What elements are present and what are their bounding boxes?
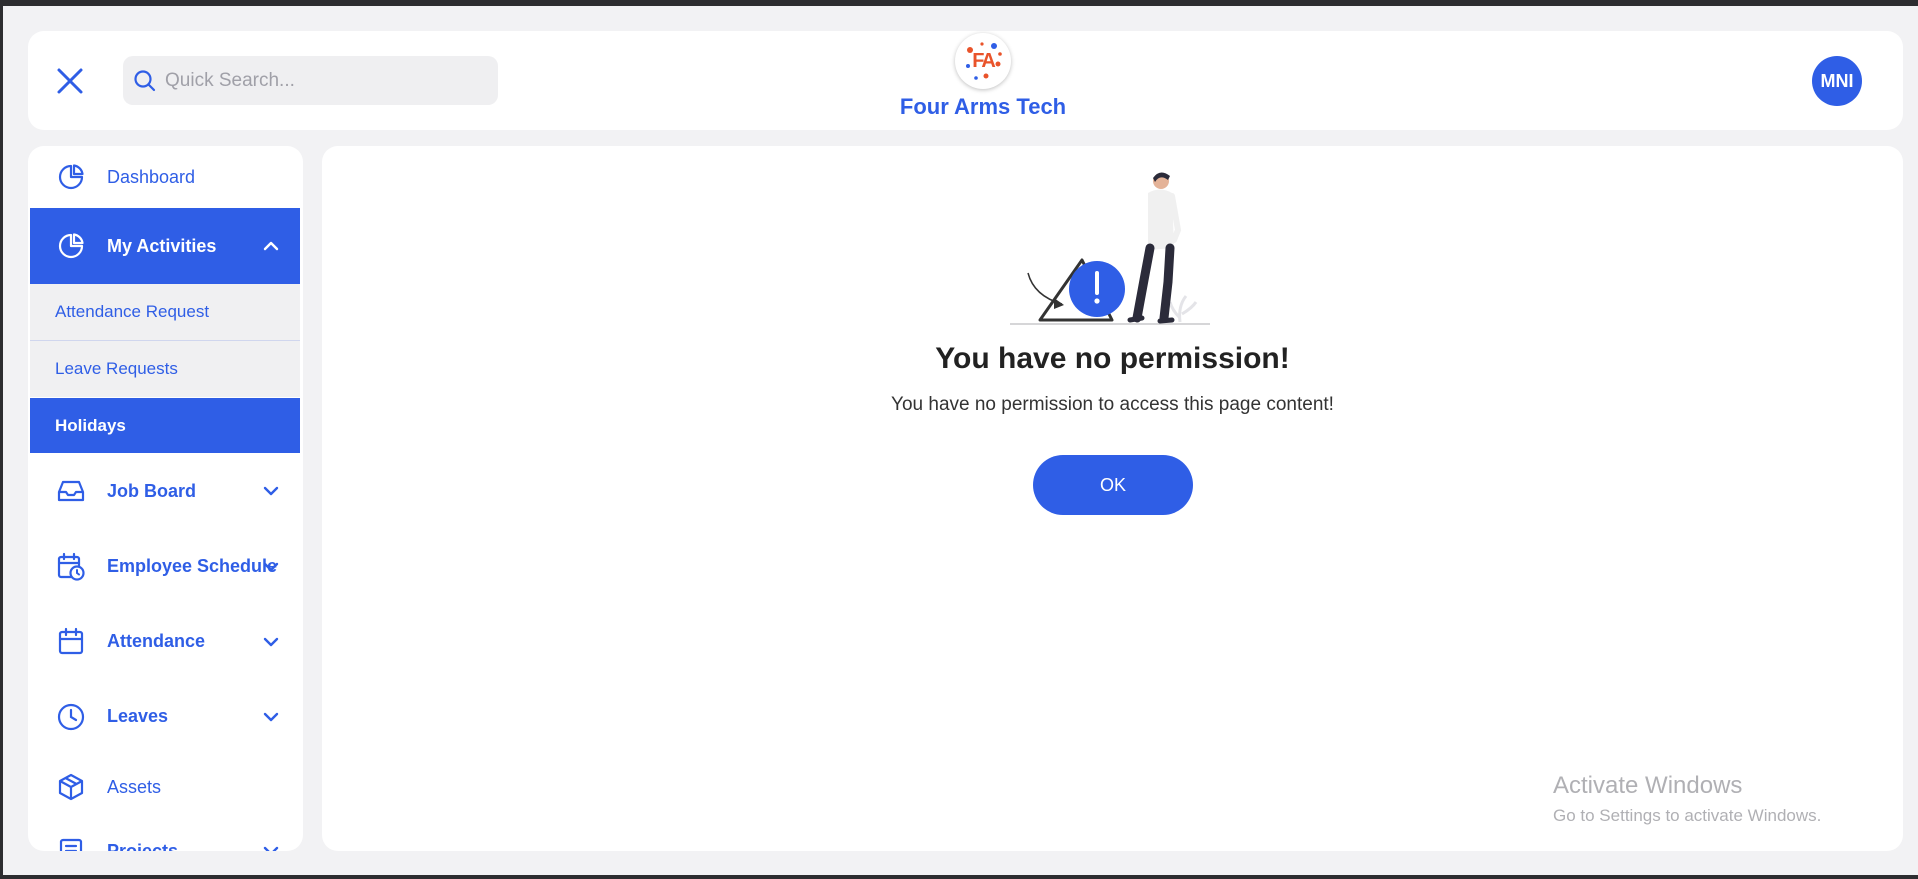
pie-chart-icon: [56, 231, 86, 261]
chevron-down-icon[interactable]: [262, 633, 280, 651]
no-permission-illustration: [1010, 172, 1210, 325]
sidebar-item-projects[interactable]: Projects: [30, 820, 300, 851]
close-menu-button[interactable]: [52, 63, 88, 99]
permission-message: You have no permission to access this pa…: [891, 394, 1334, 415]
submenu-item-holidays[interactable]: Holidays: [30, 398, 300, 453]
ok-button[interactable]: OK: [1033, 455, 1193, 515]
close-icon: [57, 68, 83, 94]
chevron-down-icon[interactable]: [262, 708, 280, 726]
logo-lettering: FA: [972, 49, 996, 72]
chevron-down-icon[interactable]: [262, 558, 280, 576]
window-left-border: [0, 0, 3, 879]
submenu-item-label: Attendance Request: [55, 302, 210, 321]
sidebar-item-dashboard[interactable]: Dashboard: [30, 146, 300, 208]
sidebar: Dashboard My Activities Attendance Reque…: [28, 146, 303, 851]
sidebar-item-employee-schedule[interactable]: Employee Schedule: [30, 529, 300, 604]
sidebar-item-label: Leaves: [107, 706, 169, 726]
submenu-item-attendance-request[interactable]: Attendance Request: [30, 284, 300, 340]
sidebar-item-leaves[interactable]: Leaves: [30, 679, 300, 754]
sidebar-item-my-activities[interactable]: My Activities: [30, 208, 300, 284]
sidebar-item-assets[interactable]: Assets: [30, 754, 300, 820]
windows-activation-watermark: Activate Windows Go to Settings to activ…: [1553, 772, 1821, 826]
submenu-item-leave-requests[interactable]: Leave Requests: [30, 341, 300, 397]
sidebar-item-label: Job Board: [107, 480, 197, 501]
sidebar-item-job-board[interactable]: Job Board: [30, 453, 300, 529]
calendar-clock-icon: [56, 552, 86, 582]
box-icon: [56, 772, 86, 802]
company-logo: FA: [955, 33, 1011, 89]
user-avatar[interactable]: MNI: [1812, 56, 1862, 106]
permission-title: You have no permission!: [935, 342, 1290, 375]
sidebar-item-label: Assets: [107, 776, 162, 797]
sidebar-item-attendance[interactable]: Attendance: [30, 604, 300, 679]
inbox-icon: [56, 476, 86, 506]
window-top-border: [0, 0, 1918, 6]
sidebar-item-label: Dashboard: [107, 166, 196, 187]
submenu-item-label: Leave Requests: [55, 359, 178, 378]
search-input[interactable]: [165, 69, 485, 92]
chevron-down-icon[interactable]: [262, 842, 280, 851]
search-icon: [134, 69, 156, 91]
clock-icon: [56, 702, 86, 732]
chevron-down-icon[interactable]: [262, 482, 280, 500]
sidebar-item-label: Attendance: [107, 631, 206, 651]
top-header: FA Four Arms Tech MNI: [28, 31, 1903, 130]
brand-name: Four Arms Tech: [899, 94, 1067, 119]
brand[interactable]: FA Four Arms Tech: [848, 33, 1118, 120]
window-bottom-border: [0, 875, 1918, 879]
chevron-up-icon[interactable]: [262, 237, 280, 255]
main-content: You have no permission! You have no perm…: [322, 146, 1903, 851]
document-icon: [56, 836, 86, 851]
sidebar-item-label: Projects: [107, 840, 179, 852]
watermark-subtitle: Go to Settings to activate Windows.: [1553, 806, 1822, 825]
calendar-icon: [56, 627, 86, 657]
sidebar-item-label: Employee Schedule: [107, 556, 278, 576]
sidebar-item-label: My Activities: [107, 235, 217, 256]
pie-chart-icon: [56, 162, 86, 192]
quick-search[interactable]: [123, 56, 498, 105]
submenu-item-label: Holidays: [55, 415, 126, 435]
watermark-title: Activate Windows: [1553, 772, 1743, 799]
